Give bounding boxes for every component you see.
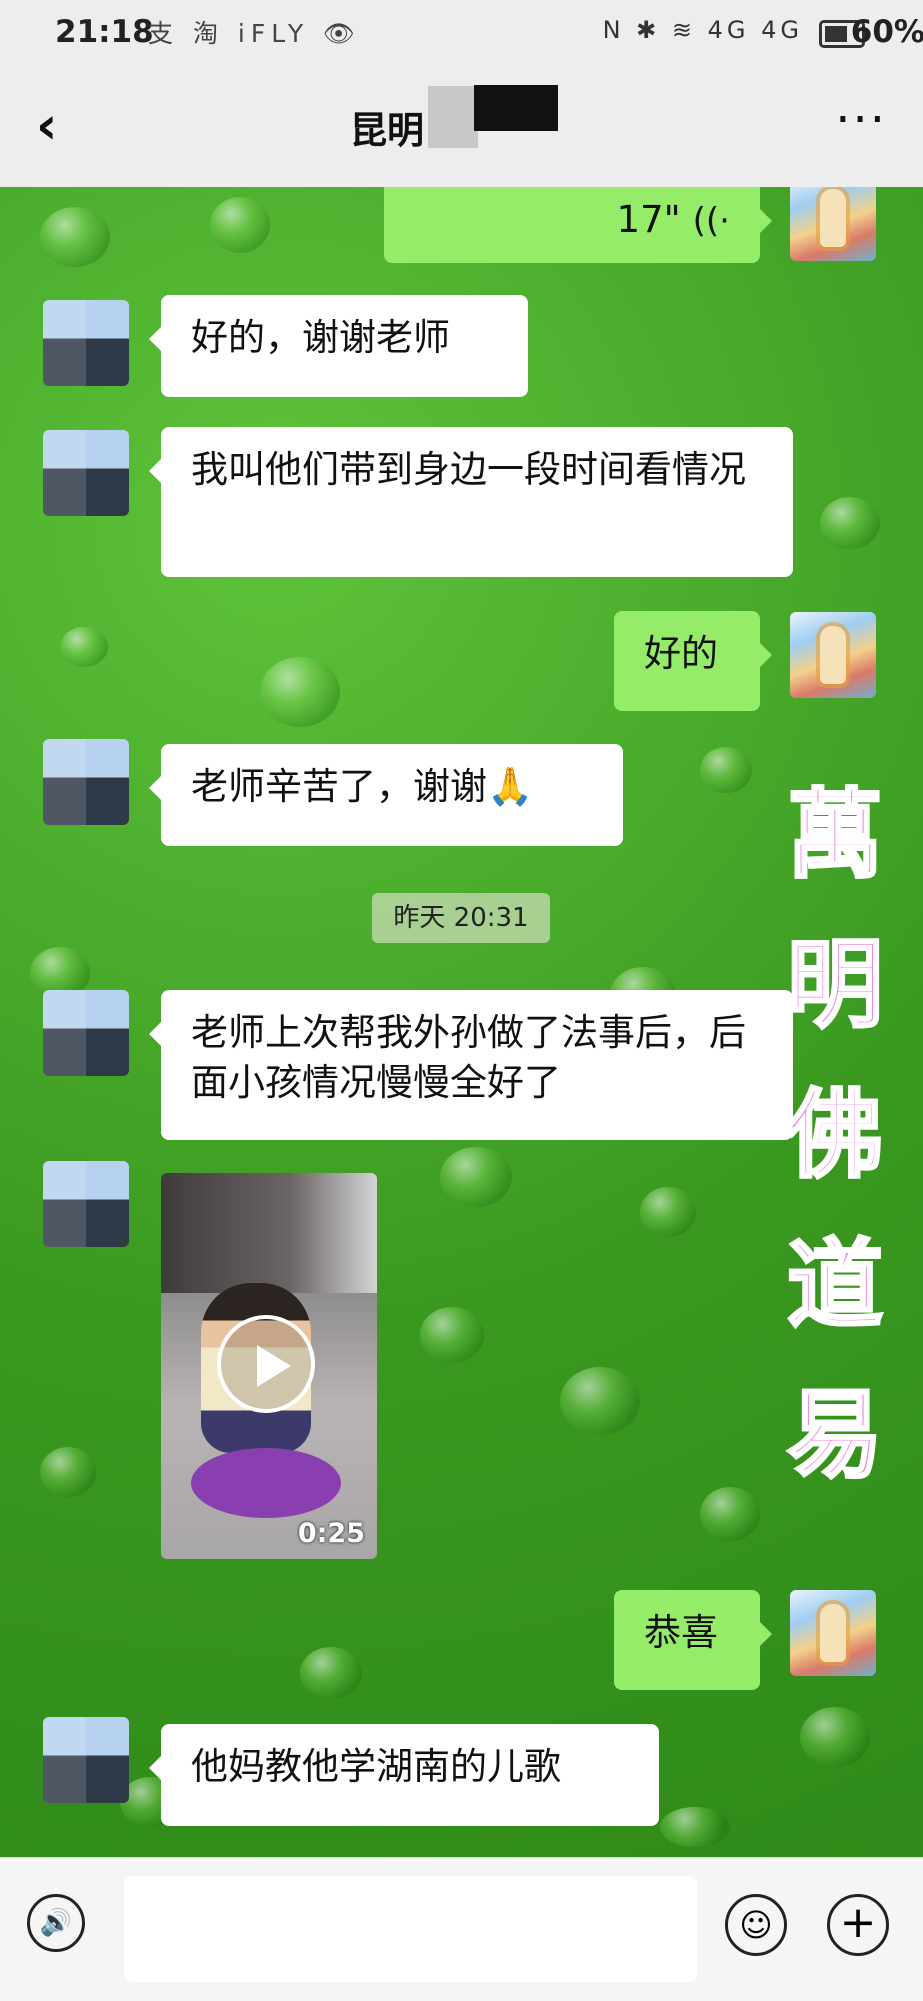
water-drop xyxy=(260,657,340,727)
redaction-block xyxy=(474,85,558,131)
watermark-char: 佛 xyxy=(786,1077,885,1193)
water-drop xyxy=(700,1487,760,1541)
message-bubble-incoming[interactable]: 老师辛苦了，谢谢🙏 xyxy=(149,744,623,846)
video-thumbnail-background xyxy=(161,1173,377,1293)
message-input[interactable] xyxy=(124,1876,697,1982)
message-bubble-incoming[interactable]: 老师上次帮我外孙做了法事后，后面小孩情况慢慢全好了 xyxy=(149,990,793,1140)
voice-message-bubble[interactable]: 17" ((· xyxy=(384,187,772,263)
my-avatar[interactable] xyxy=(790,1590,876,1676)
voice-duration: 17" xyxy=(616,198,681,241)
voice-input-icon[interactable]: 🔊 xyxy=(27,1894,85,1952)
water-drop xyxy=(820,497,880,549)
back-icon[interactable]: ‹ xyxy=(36,100,57,152)
message-bubble-incoming[interactable]: 他妈教他学湖南的儿歌 xyxy=(149,1724,659,1826)
water-drop xyxy=(440,1147,512,1207)
chat-header: ‹ 昆明 ··· xyxy=(0,66,923,187)
message-bubble-outgoing[interactable]: 好的 xyxy=(614,611,772,711)
contact-avatar[interactable] xyxy=(43,739,129,825)
water-drop xyxy=(420,1307,484,1363)
input-bar: 🔊 ☺ + xyxy=(0,1857,923,2001)
contact-avatar[interactable] xyxy=(43,430,129,516)
water-drop xyxy=(60,627,108,667)
watermark-text: 萬 明 佛 道 易 xyxy=(770,760,900,1510)
status-time: 21:18 xyxy=(55,14,154,50)
timestamp-divider: 昨天 20:31 xyxy=(372,893,550,943)
buddha-figure xyxy=(820,626,846,684)
contact-avatar[interactable] xyxy=(43,990,129,1076)
water-drop xyxy=(660,1807,730,1847)
my-avatar[interactable] xyxy=(790,612,876,698)
message-bubble-incoming[interactable]: 好的，谢谢老师 xyxy=(149,295,528,397)
battery-percent: 60% xyxy=(850,14,923,50)
watermark-char: 道 xyxy=(786,1227,885,1343)
watermark-char: 明 xyxy=(786,927,885,1043)
water-drop xyxy=(640,1187,696,1237)
video-thumbnail-toy xyxy=(191,1448,341,1518)
watermark-char: 萬 xyxy=(786,777,885,893)
status-bar: 21:18 支 淘 iFLY 👁 N ✱ ≋ 4G 4G 60% xyxy=(0,0,923,66)
video-duration: 0:25 xyxy=(297,1518,365,1549)
water-drop xyxy=(40,1447,96,1497)
emoji-icon[interactable]: ☺ xyxy=(725,1894,787,1956)
watermark-char: 易 xyxy=(786,1377,885,1493)
contact-avatar[interactable] xyxy=(43,300,129,386)
water-drop xyxy=(800,1707,870,1767)
message-bubble-incoming[interactable]: 我叫他们带到身边一段时间看情况 xyxy=(149,427,793,577)
water-drop xyxy=(700,747,752,793)
signal-icons: N ✱ ≋ 4G 4G xyxy=(602,16,803,44)
play-icon[interactable] xyxy=(217,1315,315,1413)
message-bubble-outgoing[interactable]: 恭喜 xyxy=(614,1590,772,1690)
my-avatar[interactable] xyxy=(790,187,876,261)
water-drop xyxy=(300,1647,362,1699)
buddha-figure xyxy=(820,189,846,247)
plus-icon[interactable]: + xyxy=(827,1894,889,1956)
video-message[interactable]: 0:25 xyxy=(161,1173,377,1559)
notification-icons: 支 淘 iFLY 👁 xyxy=(148,19,361,48)
voice-wave-icon: ((· xyxy=(692,201,730,241)
contact-avatar[interactable] xyxy=(43,1161,129,1247)
water-drop xyxy=(210,197,270,253)
water-drop xyxy=(40,207,110,267)
water-drop xyxy=(560,1367,640,1435)
more-icon[interactable]: ··· xyxy=(835,92,887,148)
buddha-figure xyxy=(820,1604,846,1662)
redaction-block xyxy=(428,86,478,148)
contact-avatar[interactable] xyxy=(43,1717,129,1803)
chat-title: 昆明 xyxy=(350,109,424,152)
